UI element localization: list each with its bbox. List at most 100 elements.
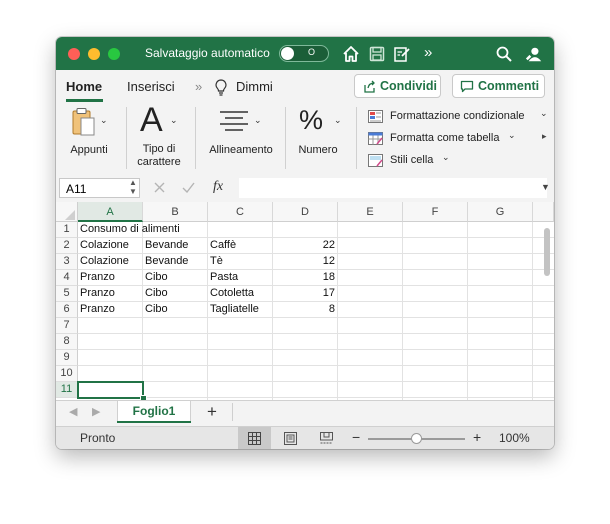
lightbulb-icon[interactable]	[215, 79, 227, 96]
selected-cell-a11[interactable]	[77, 381, 144, 399]
clipboard-group[interactable]: ⌄ Appunti	[64, 103, 119, 175]
tab-home[interactable]: Home	[66, 79, 102, 94]
row-header[interactable]: 5	[56, 286, 78, 302]
cell-d6[interactable]: 8	[273, 302, 338, 318]
active-tab-indicator	[66, 99, 103, 102]
cell-c3[interactable]: Tè	[208, 254, 273, 270]
alignment-group[interactable]: ⌄ Allineamento	[202, 103, 280, 175]
formula-input[interactable]	[239, 178, 547, 198]
cell-b4[interactable]: Cibo	[143, 270, 208, 286]
tab-tell-me[interactable]: Dimmi	[236, 79, 273, 94]
zoom-window-button[interactable]	[108, 48, 120, 60]
cell-d5[interactable]: 17	[273, 286, 338, 302]
align-icon	[220, 111, 248, 131]
comments-label: Commenti	[478, 79, 540, 93]
next-sheet-icon[interactable]: ▶	[92, 405, 100, 418]
name-box-stepper-icon[interactable]: ▲ ▼	[129, 178, 137, 196]
column-header-a[interactable]: A	[78, 202, 143, 222]
font-dropdown-icon[interactable]: ⌄	[170, 115, 178, 126]
spreadsheet-grid[interactable]: A B C D E F G 1 2 3 4 5 6 7 8 9 10 11 Co…	[56, 202, 554, 400]
cancel-icon[interactable]	[154, 182, 165, 193]
edit-document-icon[interactable]	[393, 45, 411, 63]
cell-a6[interactable]: Pranzo	[78, 302, 143, 318]
cell-b6[interactable]: Cibo	[143, 302, 208, 318]
cell-c6[interactable]: Tagliatelle	[208, 302, 273, 318]
ribbon-scroll-right-icon[interactable]: ▸	[542, 131, 547, 142]
column-header-d[interactable]: D	[273, 202, 338, 222]
confirm-icon[interactable]	[182, 182, 195, 193]
cell-b2[interactable]: Bevande	[143, 238, 208, 254]
close-window-button[interactable]	[68, 48, 80, 60]
cell-b5[interactable]: Cibo	[143, 286, 208, 302]
row-header[interactable]: 6	[56, 302, 78, 318]
row-header[interactable]: 2	[56, 238, 78, 254]
tab-insert[interactable]: Inserisci	[127, 79, 175, 94]
home-icon[interactable]	[342, 45, 360, 63]
page-break-view-icon[interactable]	[320, 432, 333, 445]
page-layout-view-icon[interactable]	[284, 432, 297, 445]
cell-a1[interactable]: Consumo di alimenti	[78, 222, 278, 238]
clipboard-label: Appunti	[70, 144, 108, 156]
cell-d2[interactable]: 22	[273, 238, 338, 254]
conditional-formatting-dropdown-icon[interactable]: ⌄	[540, 108, 548, 119]
ribbon-tabs: Home Inserisci » Dimmi Condividi Comment…	[56, 70, 554, 103]
row-header[interactable]: 8	[56, 334, 78, 350]
ribbon-separator	[126, 107, 127, 169]
zoom-slider-knob[interactable]	[411, 433, 422, 444]
column-header-h[interactable]	[533, 202, 554, 222]
zoom-out-button[interactable]: −	[352, 429, 360, 445]
cell-a3[interactable]: Colazione	[78, 254, 143, 270]
cell-d3[interactable]: 12	[273, 254, 338, 270]
row-header[interactable]: 10	[56, 366, 78, 382]
autosave-toggle[interactable]: O	[279, 45, 329, 62]
row-header[interactable]: 4	[56, 270, 78, 286]
zoom-level[interactable]: 100%	[499, 431, 530, 445]
align-dropdown-icon[interactable]: ⌄	[254, 115, 262, 126]
row-header[interactable]: 3	[56, 254, 78, 270]
comments-button[interactable]: Commenti	[452, 74, 545, 98]
name-box[interactable]: A11 ▲ ▼	[59, 178, 140, 198]
cell-a5[interactable]: Pranzo	[78, 286, 143, 302]
cell-b3[interactable]: Bevande	[143, 254, 208, 270]
number-dropdown-icon[interactable]: ⌄	[334, 115, 342, 126]
cell-c4[interactable]: Pasta	[208, 270, 273, 286]
cell-c2[interactable]: Caffè	[208, 238, 273, 254]
format-as-table-dropdown-icon[interactable]: ⌄	[508, 130, 516, 141]
normal-view-button[interactable]	[238, 427, 271, 449]
search-icon[interactable]	[495, 45, 513, 63]
toggle-knob	[281, 47, 294, 60]
select-all-corner[interactable]	[56, 202, 78, 222]
more-commands-icon[interactable]: »	[424, 44, 432, 61]
add-sheet-button[interactable]: +	[207, 402, 217, 422]
cell-a4[interactable]: Pranzo	[78, 270, 143, 286]
tabs-separator	[232, 403, 233, 421]
previous-sheet-icon[interactable]: ◀	[69, 405, 77, 418]
more-tabs-icon[interactable]: »	[195, 79, 202, 94]
column-header-f[interactable]: F	[403, 202, 468, 222]
sheet-tab-foglio1[interactable]: Foglio1	[117, 401, 191, 423]
ribbon-separator	[356, 107, 357, 169]
zoom-in-button[interactable]: +	[473, 429, 481, 445]
paste-dropdown-icon[interactable]: ⌄	[100, 115, 108, 126]
cell-d4[interactable]: 18	[273, 270, 338, 286]
vertical-scrollbar-thumb[interactable]	[544, 228, 550, 276]
column-header-b[interactable]: B	[143, 202, 208, 222]
row-header[interactable]: 11	[56, 382, 78, 398]
cell-a2[interactable]: Colazione	[78, 238, 143, 254]
column-header-e[interactable]: E	[338, 202, 403, 222]
minimize-window-button[interactable]	[88, 48, 100, 60]
cell-styles-dropdown-icon[interactable]: ⌄	[442, 152, 450, 163]
save-icon[interactable]	[368, 45, 386, 63]
column-header-g[interactable]: G	[468, 202, 533, 222]
user-account-icon[interactable]	[525, 45, 543, 63]
number-group[interactable]: % ⌄ Numero	[288, 103, 353, 175]
share-button[interactable]: Condividi	[354, 74, 441, 98]
font-group[interactable]: A ⌄ Tipo di carattere	[129, 101, 189, 175]
insert-function-icon[interactable]: fx	[213, 179, 223, 195]
row-header[interactable]: 1	[56, 222, 78, 238]
row-header[interactable]: 7	[56, 318, 78, 334]
column-header-c[interactable]: C	[208, 202, 273, 222]
cell-c5[interactable]: Cotoletta	[208, 286, 273, 302]
row-header[interactable]: 9	[56, 350, 78, 366]
expand-formula-bar-icon[interactable]: ▼	[541, 182, 550, 192]
